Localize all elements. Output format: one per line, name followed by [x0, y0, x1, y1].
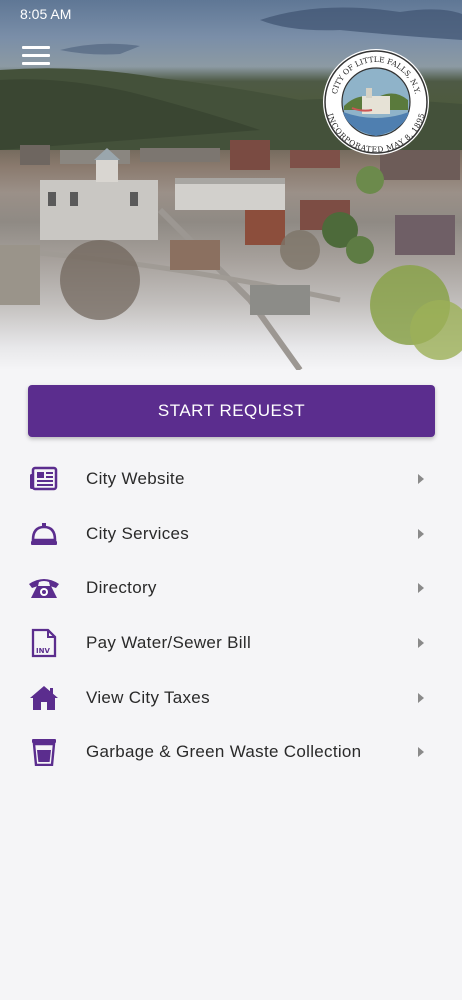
menu-item-label: View City Taxes [86, 687, 210, 707]
menu-item-label: Garbage & Green Waste Collection [86, 742, 362, 762]
menu-item-label: City Services [86, 523, 190, 543]
menu-item-pay-water-sewer-bill[interactable]: INV Pay Water/Sewer Bill [0, 616, 462, 671]
chevron-right-icon [418, 528, 424, 539]
menu-item-garbage-green-waste[interactable]: Garbage & Green Waste Collection [0, 725, 462, 780]
chevron-right-icon [418, 583, 424, 594]
menu-item-directory[interactable]: Directory [0, 561, 462, 616]
hamburger-menu-icon[interactable] [22, 46, 50, 68]
chevron-right-icon [418, 747, 424, 758]
start-request-button[interactable]: START REQUEST [28, 385, 435, 437]
city-seal-logo: CITY OF LITTLE FALLS, N.Y. INCORPORATED … [323, 49, 429, 155]
menu-item-label: Pay Water/Sewer Bill [86, 633, 252, 653]
invoice-icon: INV [28, 627, 60, 659]
chevron-right-icon [418, 474, 424, 485]
invoice-icon-text: INV [36, 647, 50, 655]
trash-cup-icon [28, 736, 60, 768]
newspaper-icon [28, 463, 60, 495]
menu-item-city-services[interactable]: City Services [0, 507, 462, 562]
menu-item-label: Directory [86, 578, 157, 598]
service-bell-icon [28, 518, 60, 550]
home-icon [28, 682, 60, 714]
menu-item-view-city-taxes[interactable]: View City Taxes [0, 670, 462, 725]
chevron-right-icon [418, 638, 424, 649]
status-bar-time: 8:05 AM [20, 6, 72, 22]
menu-list: City Website City Services Directory INV… [0, 452, 462, 780]
menu-item-label: City Website [86, 469, 185, 489]
hero-photo: 8:05 AM CITY OF LITTLE FALLS, N.Y. INCOR… [0, 0, 462, 370]
chevron-right-icon [418, 692, 424, 703]
telephone-icon [28, 572, 60, 604]
menu-item-city-website[interactable]: City Website [0, 452, 462, 507]
